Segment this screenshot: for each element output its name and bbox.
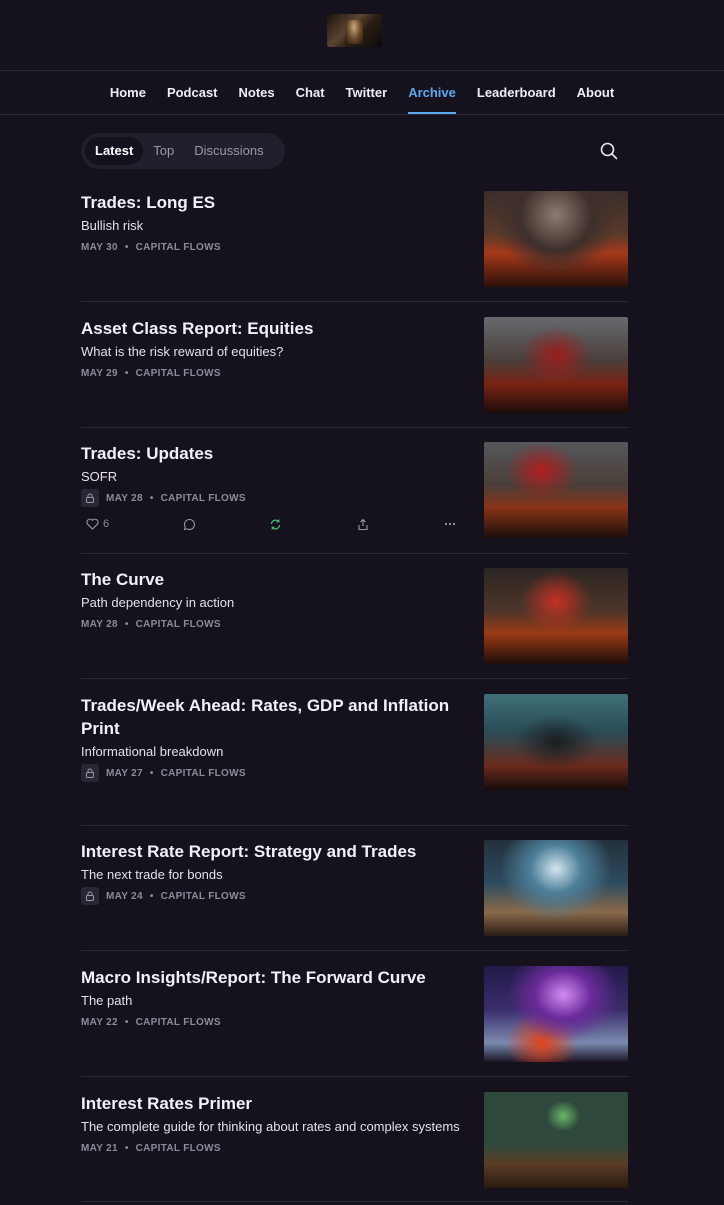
nav-podcast[interactable]: Podcast [156,71,228,114]
post-author[interactable]: CAPITAL FLOWS [136,242,221,253]
post-subtitle: The complete guide for thinking about ra… [81,1119,460,1134]
post-item[interactable]: Macro Insights/Report: The Forward Curve… [81,966,628,1062]
post-author[interactable]: CAPITAL FLOWS [136,368,221,379]
more-options-button[interactable] [444,522,456,526]
post-author[interactable]: CAPITAL FLOWS [136,1143,221,1154]
nav-about[interactable]: About [566,71,625,114]
nav-twitter[interactable]: Twitter [335,71,398,114]
post-divider [81,301,628,302]
post-item[interactable]: Interest Rates Primer The complete guide… [81,1092,628,1188]
post-thumbnail[interactable] [484,840,628,936]
nav-chat[interactable]: Chat [285,71,335,114]
post-item[interactable]: Trades: Long ES Bullish risk MAY 30 • CAPI… [81,191,628,287]
post-divider [81,825,628,826]
search-icon [600,142,618,160]
post-divider [81,950,628,951]
post-thumbnail[interactable] [484,442,628,538]
post-item[interactable]: Asset Class Report: Equities What is the… [81,317,628,413]
post-divider [81,1201,628,1202]
more-icon [444,522,456,526]
meta-separator: • [124,1016,129,1028]
nav-leaderboard[interactable]: Leaderboard [466,71,566,114]
post-date: MAY 21 [81,1142,118,1154]
post-date: MAY 30 [81,241,118,253]
post-item[interactable]: Trades: Updates SOFR MAY 28 • CAPITAL FLOW… [81,442,628,538]
post-title[interactable]: Trades: Long ES [81,191,461,214]
comment-button[interactable] [183,518,196,531]
post-date: MAY 29 [81,367,118,379]
heart-icon [86,518,99,530]
tab-latest[interactable]: Latest [85,137,144,165]
post-divider [81,1076,628,1077]
lock-icon [81,489,99,507]
post-thumbnail[interactable] [484,966,628,1062]
post-title[interactable]: Interest Rate Report: Strategy and Trade… [81,840,461,863]
post-thumbnail[interactable] [484,191,628,287]
nav-archive[interactable]: Archive [398,71,467,114]
post-thumbnail[interactable] [484,568,628,664]
comment-icon [183,518,195,530]
tab-discussions[interactable]: Discussions [184,137,273,165]
share-button[interactable] [357,518,369,531]
sort-filter-bar: Latest Top Discussions [81,133,285,169]
post-date: MAY 28 [106,492,143,504]
logo-figure [345,20,363,44]
post-date: MAY 27 [106,767,143,779]
post-title[interactable]: Trades: Updates [81,442,461,465]
post-divider [81,553,628,554]
post-author[interactable]: CAPITAL FLOWS [136,1017,221,1028]
post-actions: 6 [81,516,461,532]
post-author[interactable]: CAPITAL FLOWS [161,768,246,779]
post-thumbnail[interactable] [484,694,628,790]
lock-icon [81,764,99,782]
post-title[interactable]: The Curve [81,568,461,591]
post-title[interactable]: Trades/Week Ahead: Rates, GDP and Inflat… [81,694,461,740]
meta-separator: • [124,367,129,379]
post-item[interactable]: The Curve Path dependency in action MAY … [81,568,628,664]
post-author[interactable]: CAPITAL FLOWS [161,493,246,504]
post-title[interactable]: Macro Insights/Report: The Forward Curve [81,966,461,989]
like-button[interactable]: 6 [86,518,109,530]
meta-separator: • [149,492,154,504]
tab-top[interactable]: Top [143,137,184,165]
meta-separator: • [149,890,154,902]
share-icon [358,518,368,530]
publication-logo[interactable] [327,14,382,47]
post-thumbnail[interactable] [484,1092,628,1188]
meta-separator: • [124,241,129,253]
post-title[interactable]: Interest Rates Primer [81,1092,461,1115]
meta-separator: • [124,1142,129,1154]
post-date: MAY 28 [81,618,118,630]
post-title[interactable]: Asset Class Report: Equities [81,317,461,340]
nav-notes[interactable]: Notes [228,71,285,114]
post-divider [81,678,628,679]
post-author[interactable]: CAPITAL FLOWS [136,619,221,630]
post-date: MAY 24 [106,890,143,902]
restack-button[interactable] [269,518,282,531]
post-item[interactable]: Trades/Week Ahead: Rates, GDP and Inflat… [81,694,628,790]
like-count: 6 [103,518,110,530]
post-author[interactable]: CAPITAL FLOWS [161,891,246,902]
meta-separator: • [124,618,129,630]
nav-divider [0,114,724,115]
lock-icon [81,887,99,905]
restack-icon [270,519,281,529]
search-button[interactable] [599,141,619,161]
post-item[interactable]: Interest Rate Report: Strategy and Trade… [81,840,628,936]
post-date: MAY 22 [81,1016,118,1028]
post-divider [81,427,628,428]
nav-home[interactable]: Home [99,71,156,114]
top-nav: Home Podcast Notes Chat Twitter Archive … [0,71,724,114]
post-thumbnail[interactable] [484,317,628,413]
meta-separator: • [149,767,154,779]
